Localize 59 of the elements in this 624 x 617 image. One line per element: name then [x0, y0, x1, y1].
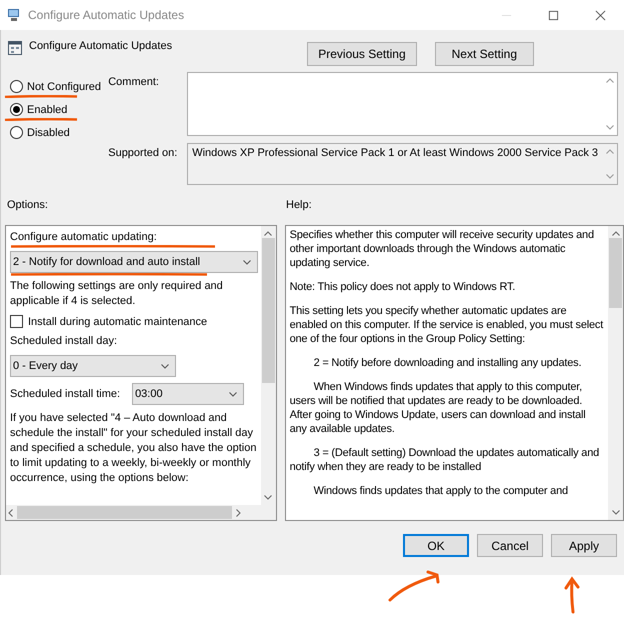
radio-button[interactable] — [10, 126, 23, 139]
supported-on-label: Supported on: — [108, 146, 178, 161]
scroll-thumb[interactable] — [262, 238, 275, 383]
scroll-up-icon[interactable] — [606, 78, 614, 83]
window-title: Configure Automatic Updates — [28, 8, 184, 22]
chevron-down-icon — [229, 392, 238, 396]
chevron-down-icon — [243, 260, 251, 264]
nav-button[interactable]: Previous Setting — [307, 42, 417, 66]
radio-label[interactable]: Not Configured — [27, 80, 101, 92]
vertical-scrollbar[interactable] — [260, 226, 276, 505]
dropdown[interactable]: 0 - Every day — [10, 355, 176, 377]
option-description: The following settings are only required and applicable if 4 is selected. — [10, 279, 224, 309]
radio-button[interactable] — [10, 103, 23, 116]
dialog-button[interactable]: OK — [403, 534, 469, 557]
scroll-thumb[interactable] — [609, 238, 622, 308]
help-paragraph: 2 = Notify before downloading and installing any updates. — [312, 356, 582, 370]
checkbox[interactable] — [10, 315, 23, 328]
scroll-thumb[interactable] — [17, 506, 232, 519]
scroll-up-icon[interactable] — [612, 231, 620, 236]
options-label: Options: — [7, 199, 49, 213]
option-label: Scheduled install time: — [10, 388, 120, 400]
radio-label[interactable]: Disabled — [27, 126, 70, 138]
option-label: Scheduled install day: — [10, 334, 118, 349]
help-paragraph: Specifies whether this computer will receive security updates and other important downloads through the Windows automatic updating service. — [290, 228, 595, 270]
scroll-right-icon[interactable] — [236, 508, 241, 516]
supported-on-value: Windows XP Professional Service Pack 1 or At least Windows 2000 Service Pack 3 — [191, 146, 599, 161]
radio-label[interactable]: Enabled — [27, 104, 68, 116]
option-description: If you have selected "4 – Auto download and schedule the install" for your scheduled install day and specified a schedule, you also have the option to limit updating to a weekly, bi-weekly or monthly occurrence, using the options below: — [10, 411, 257, 486]
nav-button[interactable]: Next Setting — [434, 42, 534, 66]
dropdown[interactable]: 03:00 — [132, 383, 244, 405]
help-paragraph: This setting lets you specify whether automatic updates are enabled on this computer. If the service is enabled, you must select one of the four options in the Group Policy Setting: — [290, 304, 604, 346]
maximize-icon[interactable] — [548, 10, 559, 20]
dropdown[interactable]: 2 - Notify for download and auto install — [10, 251, 258, 273]
scroll-down-icon[interactable] — [606, 125, 614, 130]
help-label: Help: — [286, 199, 312, 213]
close-icon[interactable] — [595, 10, 606, 20]
comment-label: Comment: — [108, 75, 160, 90]
help-paragraph: When Windows finds updates that apply to this computer, users will be notified that updates are ready to be downloaded. After going to Windows Update, users can download and install any available updates. — [290, 380, 587, 436]
vertical-scrollbar[interactable] — [608, 226, 623, 520]
scroll-left-icon[interactable] — [8, 508, 13, 516]
help-paragraph: Note: This policy does not apply to Windows RT. — [290, 280, 516, 294]
help-paragraph: Windows finds updates that apply to the computer and — [312, 484, 569, 498]
help-paragraph: 3 = (Default setting) Download the updates automatically and notify when they are ready to be installed — [290, 446, 600, 474]
scroll-down-icon[interactable] — [264, 495, 272, 500]
horizontal-scrollbar[interactable] — [6, 505, 276, 520]
dialog-button[interactable]: Apply — [551, 534, 617, 557]
chevron-down-icon — [161, 364, 169, 368]
dialog-button[interactable]: Cancel — [477, 534, 543, 557]
policy-title: Configure Automatic Updates — [29, 39, 172, 52]
option-label: Configure automatic updating: — [10, 230, 158, 245]
scroll-down-icon[interactable] — [612, 510, 620, 515]
policy-icon — [7, 40, 23, 56]
radio-button[interactable] — [10, 80, 23, 93]
annotation-arrow — [388, 570, 440, 602]
computer-icon — [6, 7, 22, 23]
comment-field[interactable] — [187, 72, 618, 136]
scroll-up-icon[interactable] — [264, 231, 272, 236]
annotation-arrow — [564, 578, 580, 614]
checkbox-label[interactable]: Install during automatic maintenance — [28, 316, 208, 328]
